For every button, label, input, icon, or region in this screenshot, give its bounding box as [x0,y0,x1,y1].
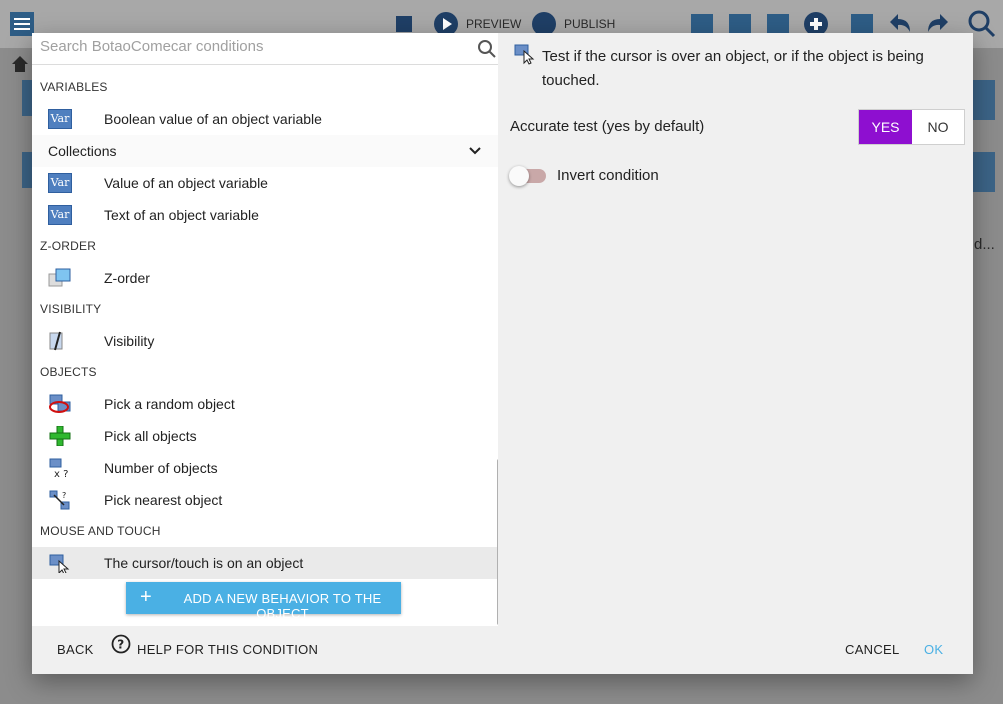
dialog-footer: BACK ? HELP FOR THIS CONDITION CANCEL OK [32,626,973,674]
section-objects: OBJECTS [40,365,97,379]
bg-truncated-text: d... [974,236,995,253]
back-button[interactable]: BACK [57,642,94,657]
list-item[interactable]: Var Text of an object variable [32,199,498,231]
svg-text:?: ? [117,638,124,652]
var-icon: Var [48,109,72,129]
condition-dialog: Search BotaoComecar conditions VARIABLES… [32,33,973,674]
add-behavior-button[interactable]: + ADD A NEW BEHAVIOR TO THE OBJECT [126,582,401,621]
no-button[interactable]: NO [912,110,964,144]
svg-text:x ?: x ? [54,469,68,478]
yes-button[interactable]: YES [859,110,912,144]
invert-toggle[interactable] [509,166,529,186]
chevron-down-icon [469,147,481,155]
section-visibility: VISIBILITY [40,302,102,316]
svg-text:?: ? [62,491,66,500]
search-icon[interactable] [477,39,497,59]
help-button[interactable]: HELP FOR THIS CONDITION [137,642,318,657]
group-collections[interactable]: Collections [32,135,498,167]
cursor-on-object-icon [49,554,70,573]
publish-label: PUBLISH [564,17,616,31]
list-item[interactable]: Pick all objects [32,420,498,452]
accurate-test-toggle: YES NO [858,109,965,145]
home-icon [10,54,30,80]
cursor-on-object-icon [514,44,535,65]
conditions-list: VARIABLES Var Boolean value of an object… [32,64,498,626]
z-order-icon [48,268,71,287]
bg-block-left-2 [22,152,32,188]
preview-label: PREVIEW [466,17,522,31]
list-item[interactable]: Var Value of an object variable [32,167,498,199]
ok-button[interactable]: OK [924,642,943,657]
pick-all-icon [49,426,71,446]
invert-condition-label: Invert condition [557,167,659,184]
conditions-panel: Search BotaoComecar conditions VARIABLES… [32,33,501,626]
plus-icon: + [140,586,152,608]
visibility-icon [49,331,63,351]
list-item-selected[interactable]: The cursor/touch is on an object [32,547,498,579]
var-icon: Var [48,205,72,225]
condition-description: Test if the cursor is over an object, or… [542,48,924,89]
bg-block-left-1 [22,80,32,116]
section-z-order: Z-ORDER [40,239,97,253]
list-item[interactable]: ? Pick nearest object [32,484,498,516]
list-item[interactable]: Z-order [32,262,498,294]
help-icon[interactable]: ? [111,634,131,654]
search-bar: Search BotaoComecar conditions [32,33,498,65]
section-mouse-touch: MOUSE AND TOUCH [40,524,161,538]
search-input[interactable]: Search BotaoComecar conditions [40,38,263,55]
accurate-test-label: Accurate test (yes by default) [510,118,705,135]
list-item[interactable]: x ? Number of objects [32,452,498,484]
pick-nearest-icon: ? [49,490,70,510]
var-icon: Var [48,173,72,193]
section-variables: VARIABLES [40,80,108,94]
list-item[interactable]: Visibility [32,325,498,357]
pick-random-icon [49,394,71,413]
list-item[interactable]: Var Boolean value of an object variable [32,103,498,135]
list-item[interactable]: Pick a random object [32,388,498,420]
cancel-button[interactable]: CANCEL [845,642,900,657]
bg-block-right-2 [973,152,995,192]
number-objects-icon: x ? [49,458,68,478]
bg-block-right-1 [973,80,995,120]
